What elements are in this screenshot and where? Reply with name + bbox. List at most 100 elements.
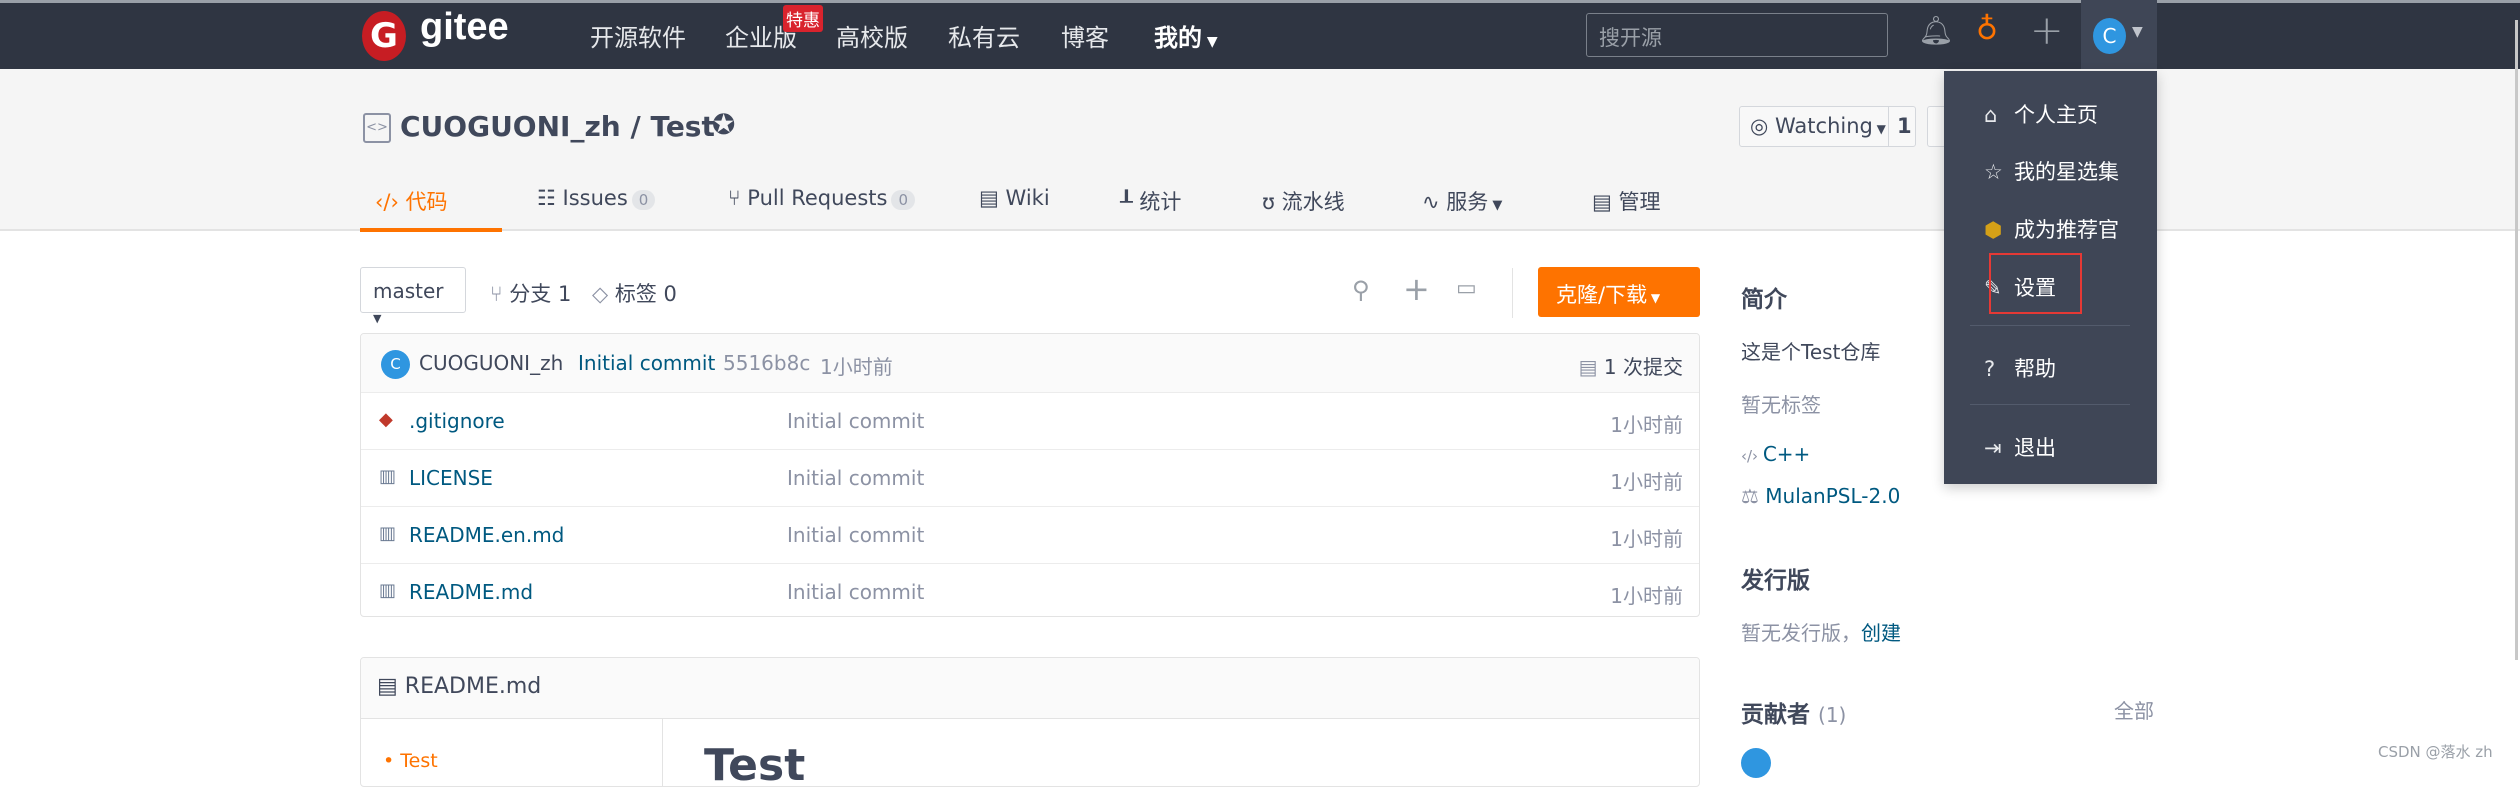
menu-item-referrer[interactable]: ⬢ 成为推荐官: [1984, 214, 2119, 244]
tab-label: Pull Requests: [747, 186, 888, 210]
readme-header: ▤ README.md: [361, 658, 1699, 719]
commit-count[interactable]: ▤ 1 次提交: [1579, 351, 1683, 380]
tags-link[interactable]: ◇ 标签 0: [592, 278, 677, 308]
file-commit-message[interactable]: Initial commit: [787, 580, 924, 604]
bell-icon[interactable]: 🔔︎: [1918, 14, 1954, 47]
search-input[interactable]: 搜开源: [1586, 13, 1888, 57]
menu-item-logout[interactable]: ⇥ 退出: [1984, 432, 2056, 462]
file-row[interactable]: ▥ LICENSE Initial commit 1小时前: [361, 449, 1699, 506]
help-icon: ?: [1984, 357, 1996, 381]
star-icon: ☆: [1984, 160, 2003, 184]
file-commit-message[interactable]: Initial commit: [787, 409, 924, 433]
all-contributors-link[interactable]: 全部: [2114, 695, 2154, 724]
file-name[interactable]: README.en.md: [409, 523, 564, 547]
commits-icon: ▤: [1578, 355, 1604, 379]
menu-item-help[interactable]: ? 帮助: [1984, 353, 2056, 383]
tab-wiki[interactable]: ▤ Wiki: [979, 186, 1050, 210]
title-separator: /: [620, 110, 651, 143]
caret-down-icon: ▼: [1488, 198, 1503, 213]
caret-down-icon: ▼: [1647, 291, 1661, 305]
tab-pull-requests[interactable]: ⑂ Pull Requests 0: [728, 186, 916, 210]
branches-link[interactable]: ⑂ 分支 1: [490, 278, 571, 308]
book-icon: ▥: [379, 466, 397, 487]
repo-icon: <>: [363, 113, 391, 143]
file-name[interactable]: README.md: [409, 580, 533, 604]
tab-stats[interactable]: ┸ 统计: [1120, 186, 1181, 216]
nav-private-cloud[interactable]: 私有云: [948, 18, 1020, 53]
branch-icon: ⑂: [490, 282, 510, 306]
divider: [1512, 268, 1513, 318]
file-row[interactable]: ▥ README.md Initial commit 1小时前: [361, 563, 1699, 616]
caret-down-icon: ▼: [2132, 24, 2143, 40]
caret-down-icon: ▼: [1202, 34, 1218, 50]
watch-button[interactable]: ◎ Watching ▼ 1: [1739, 106, 1916, 147]
file-row[interactable]: ▥ README.en.md Initial commit 1小时前: [361, 506, 1699, 563]
tab-code[interactable]: ‹/› 代码: [375, 186, 448, 216]
caret-down-icon: ▼: [373, 312, 382, 325]
repo-name[interactable]: Test: [650, 110, 714, 143]
plus-icon[interactable]: +: [2030, 8, 2064, 54]
file-time: 1小时前: [1610, 470, 1683, 494]
readme-title: README.md: [404, 674, 542, 699]
nav-education[interactable]: 高校版: [836, 18, 908, 53]
file-name[interactable]: LICENSE: [409, 466, 493, 490]
commit-avatar[interactable]: C: [381, 350, 410, 379]
badge-g-icon: ⬢: [1984, 218, 2003, 242]
nav-blog[interactable]: 博客: [1061, 18, 1109, 53]
book-icon: ▥: [379, 580, 397, 601]
watch-label: Watching: [1775, 114, 1873, 138]
award-icon[interactable]: ✪: [712, 108, 735, 141]
tab-manage[interactable]: ▤ 管理: [1592, 186, 1661, 216]
nav-open-source[interactable]: 开源软件: [590, 18, 686, 53]
tab-issues[interactable]: ☷ Issues 0: [537, 186, 656, 210]
menu-label: 退出: [2014, 436, 2056, 460]
menu-label: 帮助: [2014, 357, 2056, 381]
file-name[interactable]: .gitignore: [409, 409, 505, 433]
highlight-box: [1989, 253, 2082, 314]
scale-icon: ⚖: [1741, 484, 1766, 508]
monitor-icon[interactable]: ▭: [1456, 276, 1477, 301]
menu-item-homepage[interactable]: ⌂ 个人主页: [1984, 99, 2098, 129]
menu-divider: [1970, 404, 2130, 405]
avatar[interactable]: C: [2093, 18, 2126, 54]
branch-select[interactable]: master ▼: [360, 267, 466, 325]
gitee-logo-icon[interactable]: G: [362, 11, 406, 61]
lightbulb-icon[interactable]: ♁: [1976, 12, 1998, 47]
file-list: C CUOGUONI_zh Initial commit 5516b8c 1小时…: [360, 333, 1700, 617]
create-release-link[interactable]: 创建: [1861, 621, 1901, 645]
plus-icon[interactable]: +: [1403, 270, 1430, 308]
file-row[interactable]: ◆ .gitignore Initial commit 1小时前: [361, 392, 1699, 449]
file-commit-message[interactable]: Initial commit: [787, 523, 924, 547]
no-tags-text: 暂无标签: [1741, 393, 1821, 417]
home-icon: ⌂: [1984, 103, 1998, 127]
language-link[interactable]: ‹/› C++: [1741, 442, 1810, 466]
clone-download-button[interactable]: 克隆/下载 ▼: [1538, 267, 1700, 317]
tab-services[interactable]: ∿ 服务 ▼: [1422, 186, 1502, 216]
repo-owner[interactable]: CUOGUONI_zh: [400, 110, 621, 143]
commit-hash[interactable]: 5516b8c: [723, 351, 810, 375]
tab-pipeline[interactable]: ʊ 流水线: [1262, 186, 1345, 216]
search-icon[interactable]: ⚲: [1352, 276, 1370, 304]
license-link[interactable]: ⚖ MulanPSL-2.0: [1741, 484, 1900, 508]
file-time: 1小时前: [1610, 527, 1683, 551]
tab-label: Issues: [562, 186, 628, 210]
gitee-logo-text[interactable]: gitee: [420, 6, 509, 49]
repo-title[interactable]: CUOGUONI_zh / Test: [400, 110, 715, 143]
toc-item[interactable]: • Test: [383, 750, 438, 772]
file-icon: ▤: [377, 674, 405, 699]
latest-commit-bar: C CUOGUONI_zh Initial commit 5516b8c 1小时…: [361, 334, 1699, 392]
commit-author[interactable]: CUOGUONI_zh: [419, 351, 563, 375]
commit-message[interactable]: Initial commit: [578, 351, 715, 375]
menu-item-stars[interactable]: ☆ 我的星选集: [1984, 156, 2119, 186]
issues-icon: ☷: [537, 186, 563, 210]
menu-label: 我的星选集: [2014, 160, 2119, 184]
pull-request-icon: ⑂: [728, 186, 748, 210]
scrollbar[interactable]: [2515, 20, 2518, 660]
csdn-watermark: CSDN @落水 zh: [2378, 743, 2493, 761]
watch-count: 1: [1888, 107, 1920, 146]
nav-mine[interactable]: 我的 ▼: [1154, 18, 1218, 53]
file-commit-message[interactable]: Initial commit: [787, 466, 924, 490]
contributor-avatar[interactable]: [1741, 748, 1771, 778]
pr-count: 0: [891, 190, 916, 210]
git-icon: ◆: [379, 409, 393, 430]
